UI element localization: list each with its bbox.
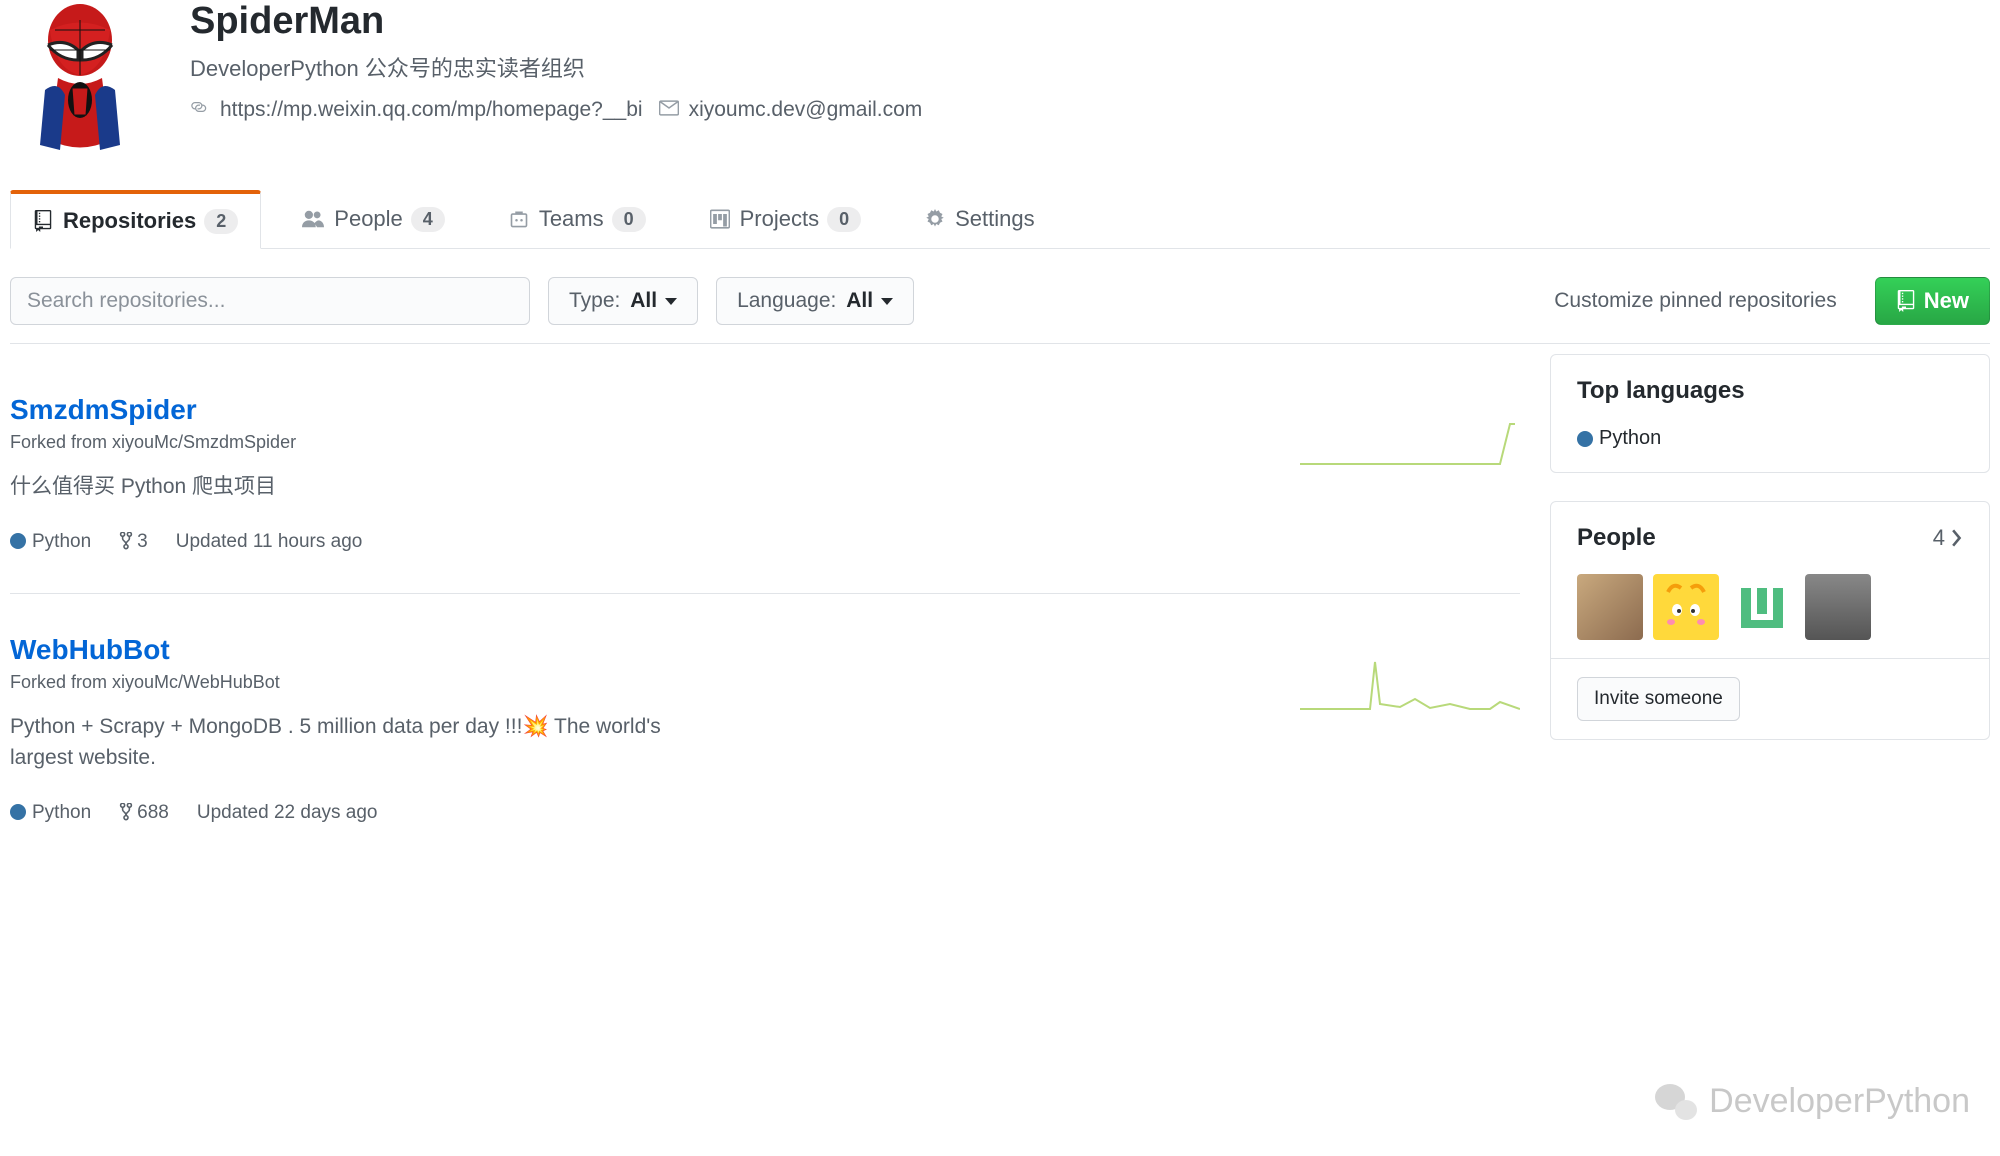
top-languages-box: Top languages Python <box>1550 354 1990 473</box>
org-name: SpiderMan <box>190 0 922 43</box>
customize-pinned-link[interactable]: Customize pinned repositories <box>1554 289 1836 313</box>
tab-label: People <box>334 206 403 232</box>
fork-icon <box>119 803 133 821</box>
repo-updated: Updated 22 days ago <box>197 802 378 824</box>
org-url[interactable]: https://mp.weixin.qq.com/mp/homepage?__b… <box>220 98 643 122</box>
projects-icon <box>710 209 730 229</box>
wechat-icon <box>1651 1076 1701 1126</box>
watermark: DeveloperPython <box>1651 1076 1970 1126</box>
tab-settings[interactable]: Settings <box>902 190 1058 248</box>
gear-icon <box>925 209 945 229</box>
mail-icon <box>659 98 679 122</box>
type-filter[interactable]: Type: All <box>548 277 698 325</box>
people-box: People 4 Invite <box>1550 501 1990 740</box>
repo-item: WebHubBot Forked from xiyouMc/WebHubBot … <box>10 594 1520 864</box>
repo-icon <box>1896 290 1916 312</box>
repo-name-link[interactable]: SmzdmSpider <box>10 394 197 425</box>
member-avatar[interactable] <box>1729 574 1795 640</box>
repo-description: 什么值得买 Python 爬虫项目 <box>10 471 690 503</box>
box-title: People <box>1577 524 1656 552</box>
tab-people[interactable]: People 4 <box>279 190 468 248</box>
repo-description: Python + Scrapy + MongoDB . 5 million da… <box>10 711 690 774</box>
forked-from: Forked from xiyouMc/WebHubBot <box>10 672 1520 693</box>
member-avatar[interactable] <box>1805 574 1871 640</box>
chevron-down-icon <box>665 298 677 305</box>
projects-count: 0 <box>827 207 861 232</box>
org-description: DeveloperPython 公众号的忠实读者组织 <box>190 51 922 83</box>
teams-count: 0 <box>612 207 646 232</box>
tab-bar: Repositories 2 People 4 Teams 0 Projects… <box>10 190 1990 249</box>
lang-dot <box>10 804 26 820</box>
teams-icon <box>509 209 529 229</box>
tab-label: Settings <box>955 206 1035 232</box>
repo-name-link[interactable]: WebHubBot <box>10 634 170 665</box>
lang-dot <box>1577 431 1593 447</box>
people-icon <box>302 209 324 229</box>
repo-icon <box>33 210 53 232</box>
member-avatar[interactable] <box>1577 574 1643 640</box>
box-title: Top languages <box>1551 355 1989 427</box>
org-email[interactable]: xiyoumc.dev@gmail.com <box>689 98 923 122</box>
invite-someone-button[interactable]: Invite someone <box>1577 677 1740 721</box>
activity-sparkline <box>1300 414 1520 474</box>
people-box-link[interactable]: 4 <box>1933 525 1963 551</box>
search-input[interactable] <box>10 277 530 325</box>
forked-from: Forked from xiyouMc/SmzdmSpider <box>10 432 1520 453</box>
language-filter[interactable]: Language: All <box>716 277 914 325</box>
repo-language: Python <box>10 531 91 553</box>
org-avatar[interactable] <box>10 0 150 160</box>
tab-label: Projects <box>740 206 819 232</box>
tab-projects[interactable]: Projects 0 <box>687 190 885 248</box>
repo-count: 2 <box>204 209 238 234</box>
tab-teams[interactable]: Teams 0 <box>486 190 669 248</box>
lang-dot <box>10 533 26 549</box>
repo-updated: Updated 11 hours ago <box>176 531 363 553</box>
new-button[interactable]: New <box>1875 277 1990 325</box>
repo-item: SmzdmSpider Forked from xiyouMc/SmzdmSpi… <box>10 354 1520 594</box>
link-icon <box>190 97 210 123</box>
fork-icon <box>119 532 133 550</box>
people-count: 4 <box>411 207 445 232</box>
chevron-right-icon <box>1951 529 1963 547</box>
repo-forks[interactable]: 3 <box>119 531 148 553</box>
tab-repositories[interactable]: Repositories 2 <box>10 190 261 249</box>
repo-language: Python <box>10 802 91 824</box>
activity-sparkline <box>1300 654 1520 714</box>
language-item[interactable]: Python <box>1577 427 1963 450</box>
chevron-down-icon <box>881 298 893 305</box>
repo-forks[interactable]: 688 <box>119 802 169 824</box>
tab-label: Teams <box>539 206 604 232</box>
tab-label: Repositories <box>63 208 196 234</box>
member-avatar[interactable] <box>1653 574 1719 640</box>
